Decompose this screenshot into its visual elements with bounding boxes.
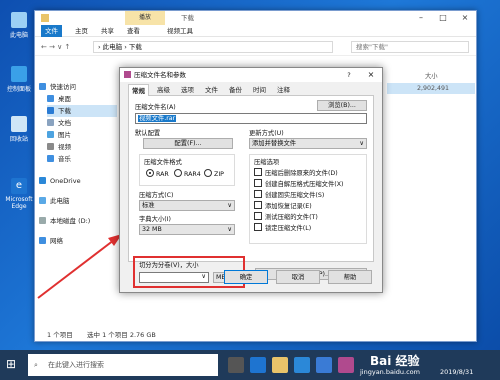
ok-button[interactable]: 确定 [224, 270, 268, 284]
checkbox-icon [254, 223, 262, 231]
option-lock[interactable]: 锁定压缩文件(L) [254, 223, 311, 232]
store-icon[interactable] [294, 357, 310, 373]
radio-icon [204, 169, 212, 177]
help-button[interactable]: 帮助 [328, 270, 372, 284]
dict-label: 字典大小(I) [139, 216, 171, 223]
format-group: 压缩文件格式 RAR RAR4 ZIP [139, 154, 235, 186]
taskbar-search-input[interactable]: ⌕ 在此键入进行搜索 [28, 354, 218, 376]
close-icon[interactable]: × [364, 68, 378, 82]
taskbar: ⊞ ⌕ 在此键入进行搜索 Bai 经验 jingyan.baidu.com 20… [0, 350, 500, 380]
dialog-title: 压缩文件名和参数 [134, 71, 186, 79]
method-value: 标准 [142, 202, 155, 209]
radio-icon [174, 169, 182, 177]
radio-zip[interactable]: ZIP [204, 169, 224, 178]
radio-rar[interactable]: RAR [146, 169, 169, 178]
format-label: 压缩文件格式 [144, 159, 182, 166]
chevron-down-icon: ∨ [201, 273, 206, 280]
checkbox-icon [254, 190, 262, 198]
option-sfx[interactable]: 创建自解压格式压缩文件(X) [254, 179, 344, 188]
search-icon: ⌕ [34, 361, 38, 369]
file-explorer-icon[interactable] [272, 357, 288, 373]
radio-selected-icon [146, 169, 154, 177]
tab-files[interactable]: 文件 [202, 84, 221, 96]
chevron-down-icon: ∨ [227, 202, 232, 209]
default-config-label: 默认配置 [135, 130, 161, 137]
split-size-input[interactable]: ∨ [139, 272, 209, 283]
chevron-down-icon: ∨ [359, 140, 364, 147]
clock-date: 2019/8/31 [440, 368, 474, 376]
tab-advanced[interactable]: 高级 [154, 84, 173, 96]
winrar-icon[interactable] [338, 357, 354, 373]
edge-icon[interactable] [250, 357, 266, 373]
archive-name-value: 视频文件.rar [138, 115, 177, 122]
help-icon[interactable]: ? [342, 68, 356, 82]
options-label: 压缩选项 [254, 159, 280, 166]
dict-select[interactable]: 32 MB ∨ [139, 224, 235, 235]
radio-rar4[interactable]: RAR4 [174, 169, 201, 178]
dialog-titlebar: 压缩文件名和参数 ? × [120, 68, 382, 82]
windows-start-icon[interactable]: ⊞ [6, 357, 20, 371]
option-solid[interactable]: 创建固实压缩文件(S) [254, 190, 324, 199]
tab-time[interactable]: 时间 [250, 84, 269, 96]
checkbox-icon [254, 212, 262, 220]
tab-comment[interactable]: 注释 [274, 84, 293, 96]
watermark-brand: Bai 经验 [370, 354, 420, 368]
winrar-icon [124, 71, 131, 78]
tab-general[interactable]: 常规 [128, 84, 149, 96]
archive-name-input[interactable]: 视频文件.rar [135, 113, 367, 124]
dict-value: 32 MB [142, 226, 162, 233]
watermark-site: jingyan.baidu.com [360, 368, 420, 376]
cancel-button[interactable]: 取消 [276, 270, 320, 284]
option-test[interactable]: 测试压缩的文件(T) [254, 212, 318, 221]
task-view-icon[interactable] [228, 357, 244, 373]
tab-backup[interactable]: 备份 [226, 84, 245, 96]
checkbox-icon [254, 179, 262, 187]
archive-dialog: 压缩文件名和参数 ? × 常规 高级 选项 文件 备份 时间 注释 压缩文件名(… [119, 67, 383, 293]
mail-icon[interactable] [316, 357, 332, 373]
split-label: 切分为分卷(V)，大小 [139, 262, 199, 269]
chevron-down-icon: ∨ [227, 226, 232, 233]
option-recovery[interactable]: 添加恢复记录(E) [254, 201, 312, 210]
general-panel: 压缩文件名(A) 浏览(B)... 视频文件.rar 默认配置 配置(F)...… [128, 96, 374, 288]
archive-name-label: 压缩文件名(A) [135, 104, 176, 111]
checkbox-icon [254, 168, 262, 176]
checkbox-icon [254, 201, 262, 209]
method-label: 压缩方式(C) [139, 192, 174, 199]
update-mode-select[interactable]: 添加并替换文件 ∨ [249, 138, 367, 149]
options-group: 压缩选项 压缩后删除原来的文件(D) 创建自解压格式压缩文件(X) 创建固实压缩… [249, 154, 367, 244]
tab-options[interactable]: 选项 [178, 84, 197, 96]
option-delete-after[interactable]: 压缩后删除原来的文件(D) [254, 168, 338, 177]
dialog-tabs: 常规 高级 选项 文件 备份 时间 注释 [128, 84, 374, 96]
method-select[interactable]: 标准 ∨ [139, 200, 235, 211]
config-button[interactable]: 配置(F)... [143, 138, 233, 149]
update-mode-value: 添加并替换文件 [252, 140, 297, 147]
update-mode-label: 更新方式(U) [249, 130, 284, 137]
browse-button[interactable]: 浏览(B)... [317, 100, 367, 111]
